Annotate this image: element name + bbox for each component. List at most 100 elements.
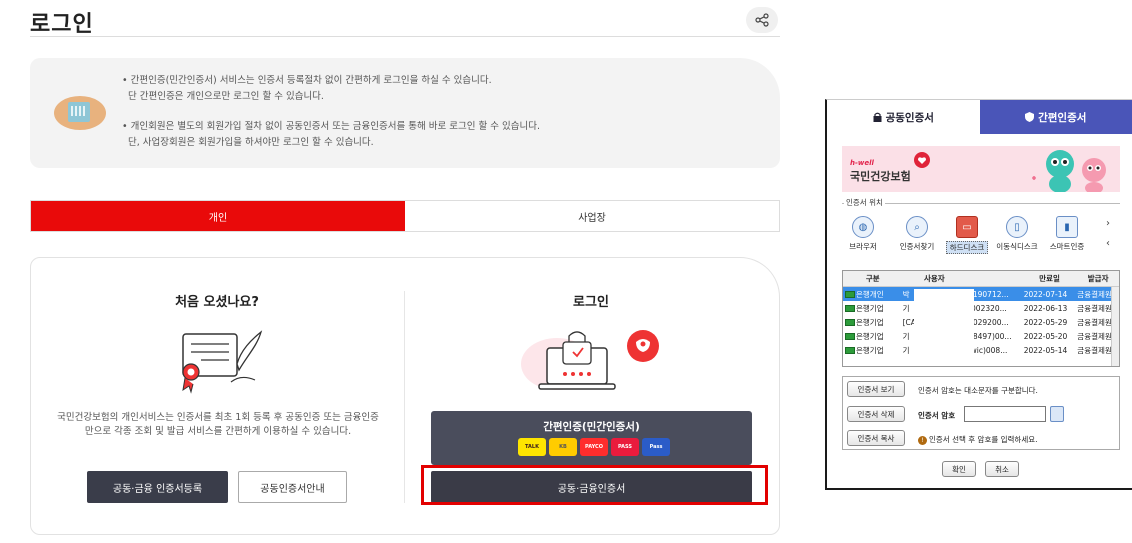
- col-issuer: 발급자: [1087, 274, 1109, 283]
- kb-logo: KB: [549, 438, 577, 456]
- col-serial: [966, 271, 1022, 286]
- cert-valid-icon: [845, 305, 855, 312]
- col-type: 구분: [865, 274, 880, 283]
- virtual-keyboard-icon[interactable]: [1050, 406, 1064, 422]
- easy-auth-button[interactable]: 간편인증(민간인증서) TALK KB PAYCO PASS Pass: [431, 411, 752, 465]
- location-removable[interactable]: ▯ 이동식디스크: [996, 216, 1038, 252]
- location-browser[interactable]: ◍ 브라우저: [842, 216, 884, 252]
- location-smart[interactable]: ▮ 스마트인증: [1046, 216, 1088, 252]
- easy-auth-logos: TALK KB PAYCO PASS Pass: [518, 438, 670, 456]
- row-serial: )002320...: [968, 303, 1007, 313]
- tab-easy-cert[interactable]: 간편인증서: [979, 100, 1132, 134]
- row-serial: :wic)008...: [968, 345, 1008, 355]
- password-warning-text: 인증서 선택 후 암호를 입력하세요.: [929, 435, 1038, 444]
- tab-public-cert-label: 공동인증서: [885, 111, 934, 124]
- dialog-controls: 인증서 보기 인증서 암호는 대소문자를 구분합니다. 인증서 삭제 인증서 암…: [842, 376, 1120, 450]
- notice-line-2: 단 간편인증은 개인으로만 로그인 할 수 있습니다.: [128, 91, 324, 102]
- column-divider: [404, 291, 405, 503]
- location-removable-label: 이동식디스크: [996, 242, 1038, 251]
- samsung-pass-logo: Pass: [642, 438, 670, 456]
- globe-icon: ◍: [852, 216, 874, 238]
- payco-logo: PAYCO: [580, 438, 608, 456]
- password-label: 인증서 암호: [918, 411, 956, 420]
- case-sensitive-note: 인증서 암호는 대소문자를 구분합니다.: [918, 386, 1038, 395]
- tab-easy-cert-label: 간편인증서: [1038, 111, 1087, 124]
- first-visit-description: 국민건강보험의 개인서비스는 인증서를 최초 1회 등록 후 공동인증 또는 금…: [57, 412, 379, 437]
- harddisk-icon: ▭: [956, 216, 978, 238]
- col-user: 사용자: [923, 274, 945, 283]
- table-row[interactable]: 은행기업 기 )002320... 2022-06-13 금융결제원: [843, 301, 1119, 315]
- row-type: 은행개인: [856, 289, 884, 299]
- location-harddisk-label: 하드디스크: [946, 241, 988, 254]
- certificate-illustration: [182, 330, 263, 394]
- tab-personal[interactable]: 개인: [31, 201, 405, 231]
- lock-icon: [873, 112, 882, 122]
- row-expiry: 2022-07-14: [1023, 289, 1068, 299]
- tab-public-cert[interactable]: 공동인증서: [827, 100, 980, 134]
- col-expiry: 만료일: [1039, 274, 1060, 283]
- delete-cert-button[interactable]: 인증서 삭제: [847, 406, 905, 422]
- kakao-logo: TALK: [518, 438, 546, 456]
- dialog-tabs: 공동인증서 간편인증서: [827, 100, 1132, 134]
- first-visit-title: 처음 오셨나요?: [175, 295, 259, 310]
- register-certificate-button[interactable]: 공동·금융 인증서등록: [87, 471, 228, 503]
- mascot-illustration: [1032, 150, 1106, 192]
- table-row[interactable]: 은행기업 기 :wic)008... 2022-05-14 금융결제원: [843, 343, 1119, 357]
- table-scrollbar[interactable]: [1111, 287, 1119, 366]
- cert-valid-icon: [845, 291, 855, 298]
- certificate-table: 구분 사용자 만료일 발급자 은행개인 박 0190712... 2022-07…: [842, 270, 1120, 367]
- heart-badge-icon: [914, 152, 930, 168]
- nhis-banner: h-well 국민건강보험: [842, 146, 1120, 192]
- notice-line-3: • 개인회원은 별도의 회원가입 절차 없이 공동인증서 또는 금융인증서를 통…: [122, 121, 540, 132]
- location-find-label: 인증서찾기: [899, 242, 935, 251]
- table-header: 구분 사용자 만료일 발급자: [843, 271, 1119, 287]
- password-warning: ! 인증서 선택 후 암호를 입력하세요.: [918, 434, 1038, 445]
- location-smart-label: 스마트인증: [1049, 242, 1085, 251]
- share-icon: [755, 13, 769, 27]
- row-serial: 7029200...: [968, 317, 1009, 327]
- redaction-block: [914, 289, 974, 366]
- certificate-location-group: 인증서 위치 ◍ 브라우저 ⌕ 인증서찾기 ▭ 하드디스크 ▯ 이동식디스크 ▮…: [842, 197, 1120, 263]
- row-expiry: 2022-05-29: [1023, 317, 1068, 327]
- usb-icon: ▯: [1006, 216, 1028, 238]
- cert-password-input[interactable]: [964, 406, 1046, 422]
- cert-valid-icon: [845, 319, 855, 326]
- easy-auth-label: 간편인증(민간인증서): [543, 421, 640, 433]
- login-title: 로그인: [573, 295, 609, 310]
- location-harddisk[interactable]: ▭ 하드디스크: [946, 216, 988, 254]
- row-serial: 0190712...: [968, 289, 1009, 299]
- highlight-box: [421, 465, 768, 505]
- ok-button[interactable]: 확인: [942, 461, 976, 477]
- banner-name: 국민건강보험: [850, 170, 911, 183]
- certificate-dialog: 공동인증서 간편인증서 h-well 국민건강보험 인증서 위치 ◍ 브라우저: [825, 99, 1132, 490]
- notice-line-4: 단, 사업장회원은 회원가입을 하셔야만 로그인 할 수 있습니다.: [128, 137, 374, 148]
- location-browser-label: 브라우저: [849, 242, 877, 251]
- magnifier-icon: ⌕: [906, 216, 928, 238]
- location-legend: 인증서 위치: [844, 197, 885, 208]
- copy-cert-button[interactable]: 인증서 복사: [847, 430, 905, 446]
- chevron-right-icon[interactable]: ›: [1106, 218, 1110, 229]
- table-row[interactable]: 은행기업 [CA 7029200... 2022-05-29 금융결제원: [843, 315, 1119, 329]
- cancel-button[interactable]: 취소: [985, 461, 1019, 477]
- certificate-guide-button[interactable]: 공동인증서안내: [238, 471, 347, 503]
- building-icon: [54, 96, 106, 130]
- row-expiry: 2022-05-20: [1023, 331, 1068, 341]
- row-type: 은행기업: [856, 317, 884, 327]
- member-type-tabs: 개인 사업장: [30, 200, 780, 232]
- table-row[interactable]: 은행개인 박 0190712... 2022-07-14 금융결제원: [843, 287, 1119, 301]
- shield-icon: [1025, 112, 1035, 122]
- banner-subtitle: h-well: [850, 159, 874, 167]
- row-expiry: 2022-06-13: [1023, 303, 1068, 313]
- notice-box: • 간편인증(민간인증서) 서비스는 인증서 등록절차 없이 간편하게 로그인을…: [30, 58, 780, 168]
- table-row[interactable]: 은행기업 기 08497)00... 2022-05-20 금융결제원: [843, 329, 1119, 343]
- row-type: 은행기업: [856, 303, 884, 313]
- location-find[interactable]: ⌕ 인증서찾기: [896, 216, 938, 252]
- view-cert-button[interactable]: 인증서 보기: [847, 381, 905, 397]
- cert-valid-icon: [845, 347, 855, 354]
- chevron-left-icon[interactable]: ‹: [1106, 238, 1110, 249]
- share-button[interactable]: [746, 7, 778, 33]
- tab-business[interactable]: 사업장: [405, 201, 779, 231]
- row-serial: 08497)00...: [968, 331, 1012, 341]
- row-expiry: 2022-05-14: [1023, 345, 1068, 355]
- row-type: 은행기업: [856, 345, 884, 355]
